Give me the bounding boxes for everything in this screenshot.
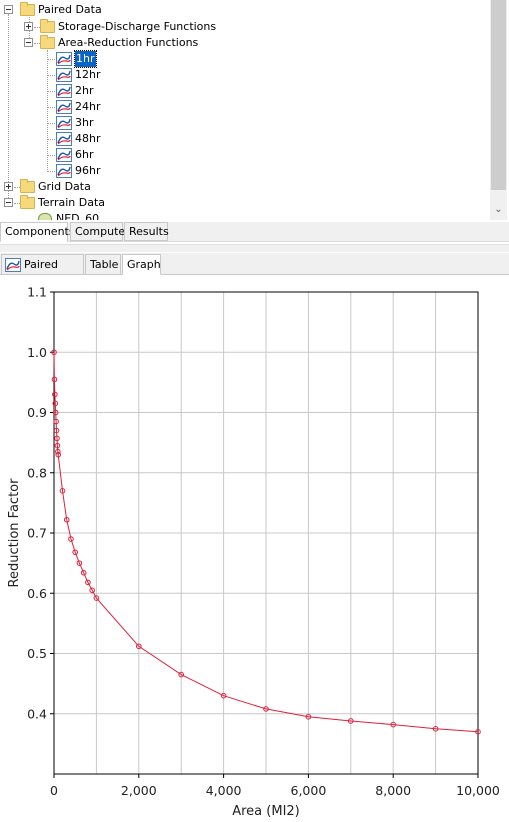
tree-item-storage-discharge[interactable]: Storage-Discharge Functions — [0, 19, 260, 35]
x-tick-label: 0 — [50, 783, 58, 798]
folder-icon — [40, 35, 55, 49]
tree-item-paired-data[interactable]: Paired Data — [0, 2, 200, 18]
y-tick-label: 0.9 — [27, 405, 47, 420]
paired-data-curve-icon — [56, 132, 72, 146]
x-tick-label: 4,000 — [206, 783, 242, 798]
tree-item-terrain-data[interactable]: Terrain Data — [0, 195, 200, 211]
tree-item-label: Grid Data — [38, 180, 91, 193]
paired-data-curve-icon — [56, 164, 72, 178]
tree-item-label: 96hr — [75, 164, 101, 177]
y-tick-label: 1.0 — [27, 345, 47, 360]
tree-item-label: 24hr — [75, 100, 101, 113]
tree-item-label: 3hr — [75, 116, 94, 129]
folder-icon — [40, 19, 55, 33]
tree-item-function-96hr[interactable]: 96hr — [0, 163, 120, 179]
expand-plus-icon[interactable] — [4, 182, 13, 191]
collapse-minus-icon[interactable] — [24, 38, 33, 47]
tree-item-label: 1hr — [74, 50, 97, 68]
tree-item-terrain-partial[interactable]: NED_60 — [0, 211, 200, 220]
tree-item-label: Paired Data — [38, 3, 102, 16]
tree-item-function-6hr[interactable]: 6hr — [0, 147, 120, 163]
paired-data-curve-icon — [56, 52, 72, 66]
tab-table[interactable]: Table — [85, 254, 121, 275]
tree-item-function-2hr[interactable]: 2hr — [0, 83, 120, 99]
chart-ticks: 0 2,000 4,000 6,000 8,000 10,000 0.4 0.5 0.6 0.7 0… — [27, 285, 500, 799]
panel-splitter[interactable] — [0, 244, 509, 252]
y-axis-title: Reduction Factor — [7, 478, 22, 588]
paired-data-curve-icon — [56, 84, 72, 98]
tab-graph[interactable]: Graph — [122, 254, 161, 275]
tree-scrollbar[interactable]: ⌄ — [490, 0, 507, 220]
tree-item-label: Terrain Data — [38, 196, 105, 209]
tree-item-label: 6hr — [75, 148, 94, 161]
x-tick-label: 10,000 — [456, 783, 500, 798]
reduction-factor-chart: 0 2,000 4,000 6,000 8,000 10,000 0.4 0.5 0.6 0.7 0… — [7, 285, 500, 820]
tree-item-label: Storage-Discharge Functions — [58, 20, 217, 33]
tree-item-area-reduction[interactable]: Area-Reduction Functions — [0, 35, 260, 51]
collapse-minus-icon[interactable] — [4, 198, 13, 207]
tree-item-label: 12hr — [75, 68, 101, 81]
paired-data-curve-icon — [56, 68, 72, 82]
scrollbar-thumb[interactable] — [491, 0, 506, 190]
tree-item-function-48hr[interactable]: 48hr — [0, 131, 120, 147]
tree-item-label: 2hr — [75, 84, 94, 97]
paired-data-curve-icon — [56, 148, 72, 162]
terrain-icon — [38, 213, 52, 220]
chart-grid — [54, 292, 478, 774]
tab-compute[interactable]: Compute — [70, 222, 125, 241]
y-tick-label: 0.4 — [27, 706, 47, 721]
y-tick-label: 1.1 — [27, 285, 47, 300]
tab-paired-data[interactable]: Paired Data — [1, 254, 84, 291]
component-tree[interactable]: Paired Data Storage-Discharge Functions … — [0, 0, 509, 220]
explorer-tab-bar: Components Compute Results — [0, 222, 509, 242]
tree-item-label: Area-Reduction Functions — [58, 36, 199, 49]
tab-results[interactable]: Results — [124, 222, 169, 241]
x-tick-label: 8,000 — [375, 783, 411, 798]
x-axis-title: Area (MI2) — [232, 804, 300, 819]
tree-item-function-1hr[interactable]: 1hr — [0, 50, 120, 68]
folder-icon — [20, 2, 35, 16]
paired-data-curve-icon — [5, 258, 21, 272]
x-tick-label: 2,000 — [121, 783, 157, 798]
tree-item-label: 48hr — [75, 132, 101, 145]
paired-data-curve-icon — [56, 100, 72, 114]
graph-panel: 0 2,000 4,000 6,000 8,000 10,000 0.4 0.5 0.6 0.7 0… — [0, 276, 509, 822]
y-tick-label: 0.6 — [27, 586, 47, 601]
y-tick-label: 0.5 — [27, 646, 47, 661]
scroll-down-arrow-icon[interactable]: ⌄ — [490, 201, 507, 218]
tree-item-label: NED_60 — [56, 212, 100, 220]
y-tick-label: 0.7 — [27, 526, 47, 541]
x-tick-label: 6,000 — [291, 783, 327, 798]
folder-icon — [20, 195, 35, 209]
y-tick-label: 0.8 — [27, 465, 47, 480]
tree-item-function-3hr[interactable]: 3hr — [0, 115, 120, 131]
tree-item-grid-data[interactable]: Grid Data — [0, 179, 200, 195]
expand-plus-icon[interactable] — [24, 22, 33, 31]
tab-components[interactable]: Components — [0, 222, 75, 242]
folder-icon — [20, 179, 35, 193]
paired-data-curve-icon — [56, 116, 72, 130]
collapse-minus-icon[interactable] — [4, 5, 13, 14]
tree-item-function-24hr[interactable]: 24hr — [0, 99, 120, 115]
tree-item-function-12hr[interactable]: 12hr — [0, 67, 120, 83]
editor-tab-bar: Paired Data Table Graph — [0, 253, 509, 291]
